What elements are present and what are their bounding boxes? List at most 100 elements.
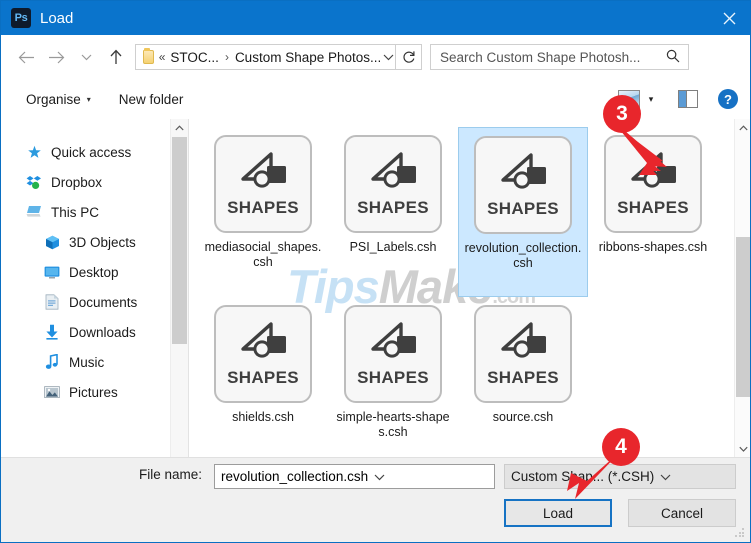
address-bar[interactable]: « STOC... › Custom Shape Photos... — [135, 44, 396, 70]
cancel-button[interactable]: Cancel — [628, 499, 736, 527]
chevron-down-icon — [383, 54, 394, 60]
search-box[interactable]: Search Custom Shape Photosh... — [430, 44, 689, 70]
shapes-caption: SHAPES — [617, 197, 689, 217]
sidebar-item-music[interactable]: Music — [1, 347, 188, 377]
sidebar-item-documents[interactable]: Documents — [1, 287, 188, 317]
file-list-pane: TipsMake.com SHAPES mediasocial_shapes.cs… — [189, 119, 750, 457]
file-thumbnail: SHAPES — [214, 305, 312, 403]
file-item[interactable]: SHAPES shields.csh — [198, 297, 328, 457]
file-thumbnail: SHAPES — [604, 135, 702, 233]
chevron-down-icon — [739, 446, 748, 452]
breadcrumb-separator: › — [224, 50, 229, 64]
navigation-bar: « STOC... › Custom Shape Photos... Searc… — [1, 35, 750, 79]
sidebar-item-downloads[interactable]: Downloads — [1, 317, 188, 347]
file-list-scrollbar[interactable] — [734, 119, 750, 457]
sidebar-item-label: Desktop — [69, 264, 119, 280]
file-name-label-5: simple-hearts-shapes.csh — [336, 410, 450, 439]
file-name-input[interactable]: revolution_collection.csh — [214, 464, 495, 489]
sidebar-item-3d-objects[interactable]: 3D Objects — [1, 227, 188, 257]
sidebar-item-label: Pictures — [69, 384, 118, 400]
sidebar-item-label: Dropbox — [51, 174, 103, 190]
file-item[interactable]: SHAPES source.csh — [458, 297, 588, 457]
up-button[interactable] — [101, 42, 131, 72]
folder-icon — [143, 48, 154, 64]
organise-button[interactable]: Organise ▾ — [21, 92, 96, 107]
back-arrow-icon — [18, 51, 34, 63]
navigation-sidebar: Quick access Dropbox This PC 3D Objects … — [1, 119, 188, 457]
chevron-down-icon[interactable] — [660, 469, 671, 484]
custom-shape-icon — [237, 151, 289, 196]
file-scroll-down-button[interactable] — [735, 440, 750, 457]
search-input[interactable]: Search Custom Shape Photosh... — [440, 50, 640, 65]
custom-shape-icon — [237, 321, 289, 366]
chevron-down-icon — [81, 54, 91, 60]
file-thumbnail: SHAPES — [214, 135, 312, 233]
new-folder-button[interactable]: New folder — [114, 92, 189, 107]
sidebar-item-pictures[interactable]: Pictures — [1, 377, 188, 407]
file-name-value[interactable]: revolution_collection.csh — [221, 469, 368, 484]
chevron-down-icon: ▾ — [86, 94, 91, 104]
resize-grip[interactable] — [735, 528, 745, 538]
custom-shape-icon — [497, 321, 549, 366]
close-button[interactable] — [706, 1, 750, 35]
file-thumbnail: SHAPES — [344, 135, 442, 233]
file-item[interactable]: SHAPES PSI_Labels.csh — [328, 127, 458, 297]
file-name-label-6: source.csh — [492, 410, 554, 424]
music-icon — [43, 353, 61, 371]
star-pin-icon — [25, 143, 43, 161]
window-title: Load — [40, 9, 74, 27]
forward-arrow-icon — [48, 51, 64, 63]
dialog-body: Quick access Dropbox This PC 3D Objects … — [1, 119, 750, 457]
shapes-caption: SHAPES — [487, 367, 559, 387]
load-button[interactable]: Load — [504, 499, 612, 527]
annotation-badge-4: 4 — [602, 428, 640, 466]
preview-pane-icon[interactable] — [678, 90, 698, 108]
photoshop-icon: Ps — [11, 8, 31, 28]
shapes-caption: SHAPES — [227, 197, 299, 217]
file-item[interactable]: SHAPES mediasocial_shapes.csh — [198, 127, 328, 297]
this-pc-icon — [25, 203, 43, 221]
sidebar-item-label: This PC — [51, 204, 100, 220]
sidebar-item-quick-access[interactable]: Quick access — [1, 137, 188, 167]
file-item[interactable]: SHAPES simple-hearts-shapes.csh — [328, 297, 458, 457]
recent-locations-button[interactable] — [71, 42, 101, 72]
chevron-down-icon[interactable] — [374, 469, 385, 484]
refresh-button[interactable] — [396, 44, 422, 70]
file-thumbnail: SHAPES — [344, 305, 442, 403]
breadcrumb-overflow[interactable]: « — [159, 50, 166, 64]
file-scroll-up-button[interactable] — [735, 119, 750, 136]
back-button[interactable] — [11, 42, 41, 72]
file-item[interactable]: SHAPES ribbons-shapes.csh — [588, 127, 718, 297]
file-type-dropdown[interactable]: Custom Shap... (*.CSH) — [504, 464, 736, 489]
new-folder-label: New folder — [118, 91, 184, 107]
view-options-chevron-down-icon[interactable]: ▾ — [642, 94, 660, 105]
address-dropdown-button[interactable] — [381, 45, 395, 69]
shapes-caption: SHAPES — [357, 367, 429, 387]
sidebar-scrollbar[interactable] — [170, 119, 188, 457]
sidebar-scroll-thumb[interactable] — [172, 137, 187, 344]
file-item-selected[interactable]: SHAPES revolution_collection.csh — [458, 127, 588, 297]
breadcrumb-item-1[interactable]: Custom Shape Photos... — [235, 50, 381, 65]
sidebar-item-this-pc[interactable]: This PC — [1, 197, 188, 227]
refresh-icon — [402, 51, 414, 63]
file-grid: SHAPES mediasocial_shapes.csh SHAPES PSI_La… — [198, 127, 718, 457]
file-name-label-0: mediasocial_shapes.csh — [204, 240, 322, 269]
file-name-label-4: shields.csh — [232, 410, 294, 424]
help-icon[interactable]: ? — [718, 89, 738, 109]
sidebar-item-label: Documents — [69, 294, 138, 310]
file-thumbnail: SHAPES — [474, 136, 572, 234]
forward-button[interactable] — [41, 42, 71, 72]
desktop-icon — [43, 263, 61, 281]
sidebar-scroll-up-button[interactable] — [171, 119, 188, 136]
breadcrumb-item-0[interactable]: STOC... — [170, 50, 219, 65]
shapes-caption: SHAPES — [227, 367, 299, 387]
sidebar-item-desktop[interactable]: Desktop — [1, 257, 188, 287]
up-arrow-icon — [110, 49, 122, 64]
custom-shape-icon — [497, 152, 549, 197]
file-scroll-thumb[interactable] — [736, 237, 750, 397]
load-file-dialog: Ps Load « STOC... › Custom Shape Photos.… — [0, 0, 751, 543]
custom-shape-icon — [367, 321, 419, 366]
search-icon — [666, 49, 680, 66]
title-bar: Ps Load — [1, 1, 750, 35]
sidebar-item-dropbox[interactable]: Dropbox — [1, 167, 188, 197]
